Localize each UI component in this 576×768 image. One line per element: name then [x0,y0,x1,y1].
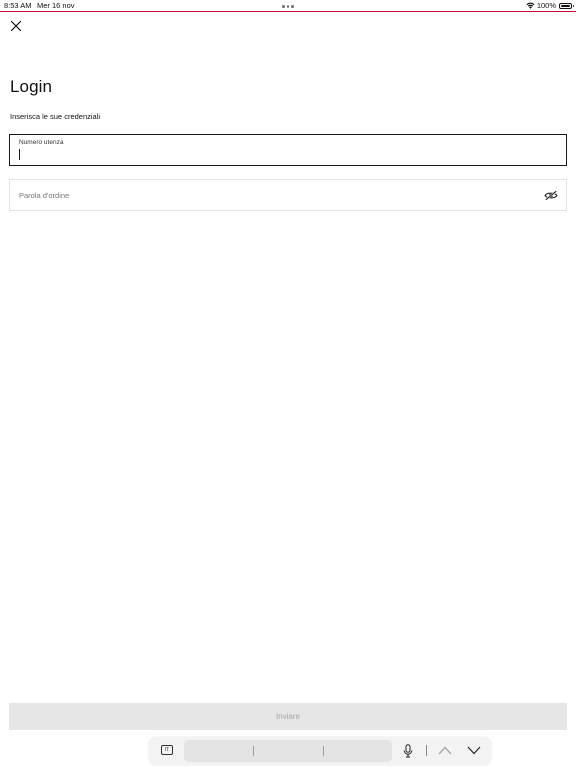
microphone-icon [403,744,413,758]
submit-button[interactable]: Inviare [9,703,567,730]
close-button[interactable] [8,18,24,34]
dictation-button[interactable] [403,744,413,758]
keyboard-accessory-bar: IT [149,737,491,765]
text-cursor [19,149,20,160]
status-date: Mer 16 nov [37,1,75,10]
chevron-up-icon [438,746,452,755]
username-input[interactable] [19,148,539,161]
keyboard-bar-divider [426,745,427,756]
username-field[interactable]: Numero utenza [9,134,567,166]
chevron-down-icon [467,746,481,755]
previous-field-button[interactable] [438,746,452,755]
wifi-icon [526,2,535,9]
suggestion-divider [253,746,254,756]
header-divider [0,11,576,12]
show-password-toggle[interactable] [544,190,558,201]
status-time: 8:53 AM [4,1,32,10]
status-bar: 8:53 AM Mer 16 nov 100% [0,0,576,11]
password-field[interactable] [9,179,567,211]
username-label: Numero utenza [19,139,64,146]
next-field-button[interactable] [467,746,481,755]
password-input[interactable] [19,189,539,202]
suggestion-divider [323,746,324,756]
battery-percent: 100% [536,1,556,10]
eye-slash-icon [544,190,558,201]
status-indicators: 100% [526,0,574,11]
battery-icon [559,2,574,9]
multitasking-dots-icon[interactable] [282,5,294,8]
page-subtitle: Inserisca le sue credenziali [10,112,101,121]
language-switch-button[interactable]: IT [161,745,173,755]
close-icon [10,20,22,32]
page-title: Login [10,77,53,96]
suggestion-strip[interactable] [184,740,392,762]
